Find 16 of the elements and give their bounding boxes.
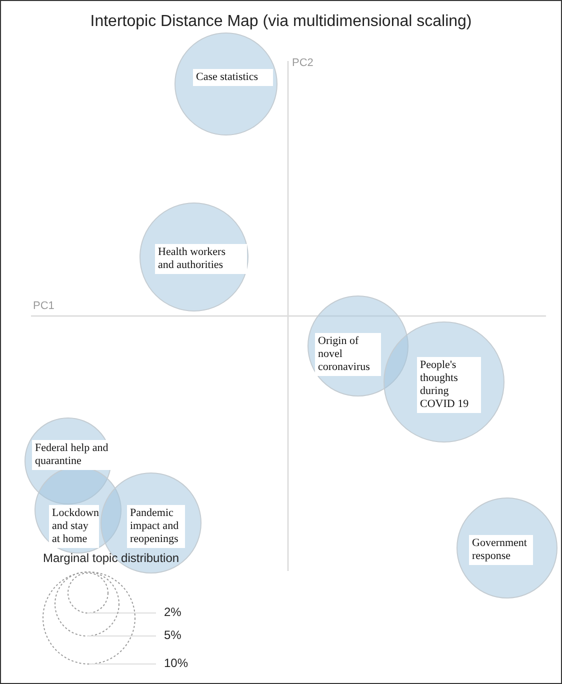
axis-label: PC1 bbox=[33, 300, 54, 312]
size-legend-label: 2% bbox=[164, 605, 182, 619]
topic-label: Origin of novel coronavirus bbox=[315, 333, 381, 376]
topic-label: Federal help and quarantine bbox=[32, 440, 112, 470]
topic-label: Pandemic impact and reopenings bbox=[127, 505, 185, 548]
legend-leader-line bbox=[88, 612, 156, 614]
size-legend-label: 10% bbox=[164, 656, 188, 670]
topic-label: Government response bbox=[469, 535, 533, 565]
topic-label: People's thoughts during COVID 19 bbox=[417, 357, 481, 413]
topic-label: Case statistics bbox=[193, 69, 273, 86]
legend-title: Marginal topic distribution bbox=[43, 551, 180, 565]
chart-title: Intertopic Distance Map (via multidimensional scaling) bbox=[89, 13, 473, 31]
size-legend-label: 5% bbox=[164, 628, 182, 642]
topic-label: Health workers and authorities bbox=[155, 244, 247, 274]
topic-label: Lockdown and stay at home bbox=[49, 505, 99, 548]
axis-label: PC2 bbox=[292, 57, 314, 69]
